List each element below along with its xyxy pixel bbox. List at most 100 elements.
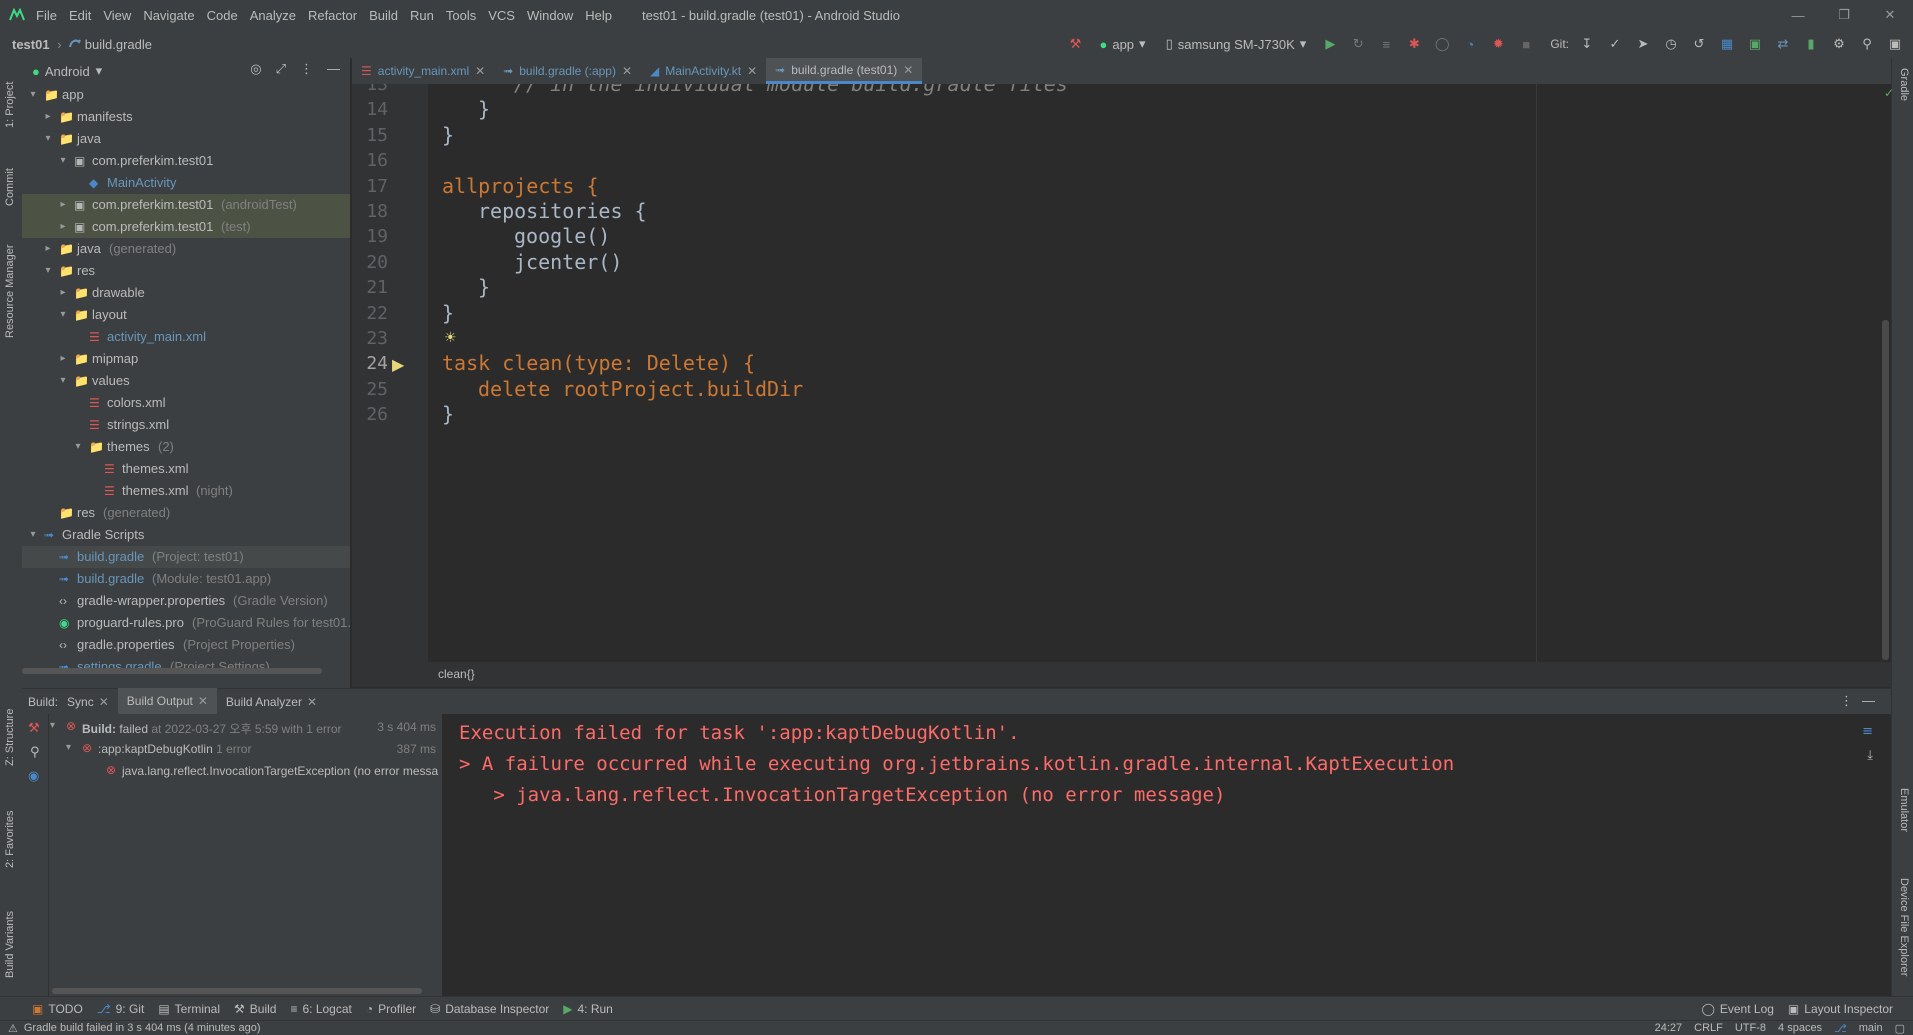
chevron-right-icon[interactable]: ▸ bbox=[56, 216, 70, 238]
stripe-commit[interactable]: Commit bbox=[4, 168, 16, 206]
build-tree-row[interactable]: ⊗ java.lang.reflect.InvocationTargetExce… bbox=[106, 762, 440, 782]
chevron-down-icon[interactable]: ▾ bbox=[56, 150, 70, 172]
menu-analyze[interactable]: Analyze bbox=[250, 8, 296, 23]
project-view-select[interactable]: Android bbox=[45, 64, 90, 79]
close-icon[interactable]: ✕ bbox=[99, 695, 109, 709]
tree-item[interactable]: ▸ 📁 drawable bbox=[22, 282, 350, 304]
chevron-down-icon[interactable]: ▾ bbox=[26, 524, 40, 546]
build-tree-row[interactable]: ▾ ⊗ Build: failed at 2022-03-27 오후 5:59 … bbox=[50, 718, 440, 738]
tree-item[interactable]: ‹› gradle-wrapper.properties (Gradle Versi… bbox=[22, 590, 350, 612]
tool-run[interactable]: ▶ 4: Run bbox=[563, 1002, 613, 1016]
chevron-down-icon[interactable]: ▾ bbox=[50, 720, 55, 731]
tree-item[interactable]: ◆ MainActivity bbox=[22, 172, 350, 194]
chevron-right-icon[interactable]: ▸ bbox=[41, 106, 55, 128]
options-icon[interactable]: ⋮ bbox=[1840, 693, 1853, 709]
apply-code-changes-icon[interactable]: ≡ bbox=[1376, 34, 1396, 54]
tab-sync[interactable]: Sync ✕ bbox=[58, 689, 118, 715]
menu-build[interactable]: Build bbox=[369, 8, 398, 23]
stop-icon[interactable]: ■ bbox=[1516, 34, 1536, 54]
tree-item[interactable]: ‹› gradle.properties (Project Properties) bbox=[22, 634, 350, 656]
tree-item[interactable]: ☰ themes.xml bbox=[22, 458, 350, 480]
menu-file[interactable]: File bbox=[36, 8, 57, 23]
build-tree-row[interactable]: ▾ ⊗ :app:kaptDebugKotlin 1 error 387 ms bbox=[66, 740, 440, 760]
menu-vcs[interactable]: VCS bbox=[488, 8, 515, 23]
tree-item[interactable]: ☰ themes.xml (night) bbox=[22, 480, 350, 502]
horizontal-scrollbar[interactable] bbox=[52, 988, 422, 994]
indent-setting[interactable]: 4 spaces bbox=[1778, 1022, 1822, 1034]
tool-git[interactable]: ⎇ 9: Git bbox=[97, 1002, 145, 1016]
tree-item[interactable]: ▾ 📁 layout bbox=[22, 304, 350, 326]
inspection-ok-icon[interactable]: ✓ bbox=[1884, 86, 1894, 100]
gradle-sync-icon[interactable]: ⇄ bbox=[1773, 34, 1793, 54]
stripe-structure[interactable]: Z: Structure bbox=[4, 709, 16, 766]
tab-main-activity[interactable]: ◢ MainActivity.kt ✕ bbox=[641, 58, 766, 84]
tree-item[interactable]: 📁 res (generated) bbox=[22, 502, 350, 524]
stripe-build-variants[interactable]: Build Variants bbox=[4, 911, 16, 978]
tool-todo[interactable]: ▣ TODO bbox=[32, 1002, 83, 1016]
tool-terminal[interactable]: ▤ Terminal bbox=[158, 1002, 220, 1016]
tree-item[interactable]: ▸ 📁 mipmap bbox=[22, 348, 350, 370]
status-message[interactable]: Gradle build failed in 3 s 404 ms (4 min… bbox=[24, 1022, 261, 1034]
tool-build[interactable]: ⚒ Build bbox=[234, 1002, 276, 1016]
tab-build-gradle-project[interactable]: ➟ build.gradle (test01) ✕ bbox=[766, 58, 923, 84]
menu-help[interactable]: Help bbox=[585, 8, 612, 23]
close-icon[interactable]: ✕ bbox=[307, 695, 317, 709]
tree-item[interactable]: ◉ proguard-rules.pro (ProGuard Rules for t… bbox=[22, 612, 350, 634]
coverage-icon[interactable]: ◯ bbox=[1432, 34, 1452, 54]
tree-item[interactable]: ☰ strings.xml bbox=[22, 414, 350, 436]
stripe-device-file-explorer[interactable]: Device File Explorer bbox=[1898, 878, 1910, 976]
tree-item[interactable]: ▸ ▣ com.preferkim.test01 (androidTest) bbox=[22, 194, 350, 216]
project-structure-icon[interactable]: ▦ bbox=[1717, 34, 1737, 54]
chevron-right-icon[interactable]: ▸ bbox=[56, 348, 70, 370]
tab-activity-main[interactable]: ☰ activity_main.xml ✕ bbox=[352, 58, 494, 84]
tool-database-inspector[interactable]: ⛁ Database Inspector bbox=[430, 1002, 549, 1016]
close-icon[interactable]: ✕ bbox=[198, 694, 208, 708]
menu-refactor[interactable]: Refactor bbox=[308, 8, 357, 23]
git-rollback-icon[interactable]: ↺ bbox=[1689, 34, 1709, 54]
menu-edit[interactable]: Edit bbox=[69, 8, 91, 23]
chevron-down-icon[interactable]: ▾ bbox=[71, 436, 85, 458]
options-icon[interactable]: ⋮ bbox=[300, 61, 313, 77]
git-push-icon[interactable]: ➤ bbox=[1633, 34, 1653, 54]
tree-item[interactable]: ☰ activity_main.xml bbox=[22, 326, 350, 348]
chevron-right-icon[interactable]: ▸ bbox=[56, 194, 70, 216]
close-icon[interactable]: ✕ bbox=[1867, 0, 1913, 30]
hide-icon[interactable]: — bbox=[1862, 693, 1875, 708]
close-icon[interactable]: ✕ bbox=[622, 64, 632, 78]
stripe-gradle[interactable]: Gradle bbox=[1898, 68, 1910, 101]
search-icon[interactable]: ⚲ bbox=[1857, 34, 1877, 54]
editor-breadcrumb[interactable]: clean{} bbox=[438, 667, 475, 681]
sdk-icon[interactable]: ⚙ bbox=[1829, 34, 1849, 54]
tab-build-output[interactable]: Build Output ✕ bbox=[117, 687, 217, 717]
eye-icon[interactable]: ◉ bbox=[28, 768, 39, 784]
tree-item[interactable]: ▾ 📁 themes (2) bbox=[22, 436, 350, 458]
git-update-icon[interactable]: ↧ bbox=[1577, 34, 1597, 54]
tree-item[interactable]: ➟ build.gradle (Project: test01) bbox=[22, 546, 350, 568]
collapse-all-icon[interactable]: ⤢ bbox=[276, 61, 286, 77]
chevron-down-icon[interactable]: ▾ bbox=[56, 304, 70, 326]
device-select[interactable]: ▯ samsung SM-J730K ▾ bbox=[1160, 36, 1313, 52]
caret-position[interactable]: 24:27 bbox=[1655, 1022, 1683, 1034]
chevron-down-icon[interactable]: ▾ bbox=[56, 370, 70, 392]
tool-logcat[interactable]: ≡ 6: Logcat bbox=[290, 1002, 351, 1016]
menu-run[interactable]: Run bbox=[410, 8, 434, 23]
breadcrumb-file[interactable]: build.gradle bbox=[85, 37, 152, 52]
tree-item[interactable]: ➟ build.gradle (Module: test01.app) bbox=[22, 568, 350, 590]
chevron-right-icon[interactable]: ▸ bbox=[56, 282, 70, 304]
tree-item[interactable]: ➟ settings.gradle (Project Settings) bbox=[22, 656, 350, 678]
minimize-icon[interactable]: — bbox=[1775, 0, 1821, 30]
restore-icon[interactable]: ❐ bbox=[1821, 0, 1867, 30]
hammer-icon[interactable]: ⚒ bbox=[1065, 34, 1085, 54]
tab-build-analyzer[interactable]: Build Analyzer ✕ bbox=[217, 689, 326, 715]
chevron-down-icon[interactable]: ▾ bbox=[66, 742, 71, 753]
editor-scrollbar[interactable] bbox=[1882, 320, 1889, 660]
tree-item[interactable]: ▸ 📁 java (generated) bbox=[22, 238, 350, 260]
stripe-favorites[interactable]: 2: Favorites bbox=[4, 811, 16, 868]
git-commit-icon[interactable]: ✓ bbox=[1605, 34, 1625, 54]
tree-item[interactable]: ▾ 📁 app bbox=[22, 84, 350, 106]
profile-icon[interactable]: ◔ bbox=[1460, 34, 1480, 54]
file-encoding[interactable]: UTF-8 bbox=[1735, 1022, 1766, 1034]
debug-icon[interactable]: ✱ bbox=[1404, 34, 1424, 54]
tree-item[interactable]: ▾ ➟ Gradle Scripts bbox=[22, 524, 350, 546]
close-icon[interactable]: ✕ bbox=[475, 64, 485, 78]
